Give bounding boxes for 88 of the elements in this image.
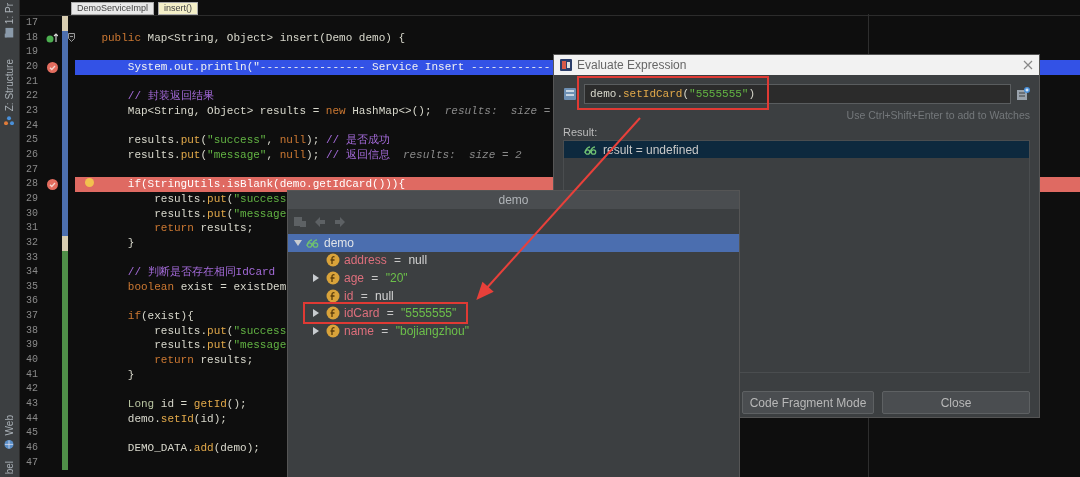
code-line: public Map<String, Object> insert(Demo demo) { <box>101 30 406 46</box>
tool-window-button[interactable]: bel <box>4 460 15 477</box>
tree-row[interactable]: name = "bojiangzhou" <box>288 321 739 340</box>
line-number: 30 <box>25 206 39 221</box>
line-number: 17 <box>25 16 39 30</box>
line-number: 46 <box>25 441 39 456</box>
line-number: 44 <box>25 411 39 426</box>
field-icon <box>326 323 340 338</box>
line-number: 32 <box>25 235 39 250</box>
expand-arrow-icon[interactable] <box>294 238 302 247</box>
line-number: 20 <box>25 59 39 74</box>
line-number: 22 <box>25 89 39 104</box>
fold-icon[interactable] <box>68 33 75 43</box>
code-line: return results; <box>154 221 254 236</box>
line-number: 41 <box>25 367 39 382</box>
code-line: if(StringUtils.isBlank(demo.getIdCard())){ <box>127 177 406 192</box>
code-line: Long id = getId(); <box>127 397 247 412</box>
code-line: } <box>127 235 135 251</box>
field-icon <box>326 306 340 321</box>
folder-icon <box>5 27 14 38</box>
implements-icon[interactable] <box>46 33 58 43</box>
line-number: 47 <box>25 455 39 470</box>
field-icon <box>326 271 340 285</box>
code-line: results.put("success <box>154 323 287 339</box>
breadcrumb[interactable]: insert() <box>158 2 199 15</box>
expression-field[interactable]: demo.setIdCard("5555555") <box>584 84 1011 104</box>
line-number: 36 <box>25 294 39 309</box>
code-line: results.put("success <box>154 191 287 207</box>
line-number: 21 <box>25 74 39 89</box>
tree-row[interactable]: id = null <box>288 286 739 305</box>
mode-button[interactable]: Code Fragment Mode <box>742 391 874 414</box>
code-line: results.put("success", null); // 是否成功 <box>127 133 390 148</box>
line-number: 28 <box>25 177 39 192</box>
result-label: Result: <box>563 126 599 138</box>
structure-icon <box>4 115 15 126</box>
code-line: return results; <box>154 353 254 368</box>
field-icon <box>326 288 340 303</box>
code-line: System.out.println("---------------- Service Insert ------------ <box>127 59 551 75</box>
tool-window-button[interactable]: Z: Structure <box>4 56 15 129</box>
code-line: DEMO_DATA.add(demo); <box>127 441 260 456</box>
tree-row[interactable]: age = "20" <box>288 269 739 287</box>
stack-icon <box>563 86 579 102</box>
line-number: 18 <box>25 30 39 45</box>
line-number: 37 <box>25 309 39 324</box>
line-number: 39 <box>25 338 39 353</box>
line-number: 35 <box>25 279 39 294</box>
code-line: Map<String, Object> results = new HashMap<>(); results: size = <box>127 103 551 119</box>
popup-title: demo <box>498 193 529 207</box>
field-icon <box>326 253 340 268</box>
tool-window-button[interactable]: Web <box>4 412 15 453</box>
tree-row[interactable]: demo <box>288 234 739 252</box>
line-number: 29 <box>25 191 39 206</box>
code-line: } <box>127 367 135 383</box>
close-button[interactable]: Close <box>882 391 1030 414</box>
line-number: 24 <box>25 118 39 133</box>
close-button[interactable] <box>1023 60 1033 70</box>
debug-icon <box>560 59 572 71</box>
breakpoint-icon[interactable] <box>46 179 58 191</box>
line-number: 40 <box>25 353 39 368</box>
line-number: 38 <box>25 323 39 338</box>
line-number: 19 <box>25 45 39 60</box>
breadcrumb[interactable]: DemoServiceImpl <box>71 2 155 15</box>
code-line: // 判断是否存在相同IdCard <box>127 265 276 280</box>
line-number: 27 <box>25 162 39 177</box>
line-number: 42 <box>25 382 39 397</box>
line-number: 23 <box>25 103 39 118</box>
line-number: 45 <box>25 426 39 441</box>
expand-arrow-icon[interactable] <box>312 274 320 282</box>
tree-row[interactable]: idCard = "5555555" <box>288 304 739 322</box>
code-line: results.put("message <box>154 206 287 222</box>
code-line: results.put("message", null); // 返回信息 results: size = 2 <box>127 147 522 163</box>
line-number: 33 <box>25 250 39 265</box>
add-to-watches-button[interactable] <box>1016 87 1030 101</box>
line-number: 25 <box>25 133 39 148</box>
line-number: 26 <box>25 147 39 162</box>
code-line: demo.setId(id); <box>127 411 227 427</box>
code-line: results.put("message <box>154 338 287 354</box>
line-number: 34 <box>25 265 39 280</box>
dialog-title: Evaluate Expression <box>577 58 688 72</box>
globe-icon <box>4 439 15 450</box>
code-line: // 封装返回结果 <box>127 89 214 104</box>
tree-row[interactable]: address = null <box>288 251 739 270</box>
line-number: 31 <box>25 221 39 236</box>
code-line: if(exist){ <box>127 309 194 324</box>
tool-window-button[interactable]: 1: Pr <box>4 0 15 41</box>
breakpoint-icon[interactable] <box>46 61 58 73</box>
code-line: boolean exist = existDem <box>127 279 287 295</box>
line-number: 43 <box>25 397 39 412</box>
